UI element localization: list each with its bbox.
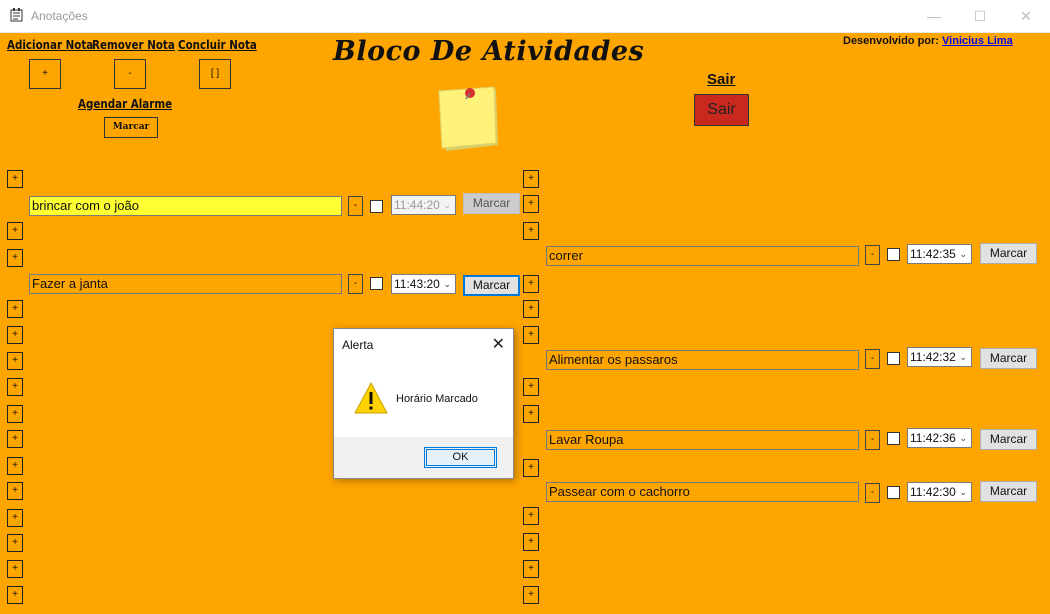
add-slot-button[interactable]: + (523, 459, 539, 477)
schedule-alarm-button[interactable]: Marcar (104, 117, 158, 138)
developer-link[interactable]: Vinicius Lima (942, 35, 1013, 47)
add-slot-button[interactable]: + (523, 195, 539, 213)
add-slot-button[interactable]: + (523, 326, 539, 344)
alert-dialog: Alerta ✕ Horário Marcado OK (333, 328, 514, 479)
note-textbox[interactable]: Passear com o cachorro (546, 482, 859, 502)
add-slot-button[interactable]: + (523, 586, 539, 604)
chevron-down-icon: ⌄ (959, 352, 967, 362)
remove-note-row-button[interactable]: - (348, 274, 363, 294)
remove-note-row-button[interactable]: - (865, 349, 880, 369)
remove-note-row-button[interactable]: - (865, 483, 880, 503)
add-slot-button[interactable]: + (7, 249, 23, 267)
add-slot-button[interactable]: + (523, 507, 539, 525)
time-value: 11:42:35 (910, 247, 956, 261)
exit-label: Sair (707, 71, 736, 88)
schedule-button[interactable]: Marcar (463, 275, 520, 296)
sticky-note-icon (438, 86, 498, 151)
remove-note-row-button[interactable]: - (865, 245, 880, 265)
add-slot-button[interactable]: + (523, 533, 539, 551)
conclude-note-button[interactable]: [ ] (199, 59, 231, 89)
ok-button[interactable]: OK (424, 447, 497, 468)
add-slot-button[interactable]: + (7, 378, 23, 396)
conclude-note-label: Concluir Nota (178, 38, 257, 52)
remove-note-label: Remover Nota (92, 38, 175, 52)
note-checkbox[interactable] (887, 352, 900, 365)
chevron-down-icon: ⌄ (959, 249, 967, 259)
add-slot-button[interactable]: + (7, 482, 23, 500)
add-slot-button[interactable]: + (523, 378, 539, 396)
app-title: Bloco De Atividades (333, 36, 645, 67)
remove-note-button[interactable]: - (114, 59, 146, 89)
schedule-button[interactable]: Marcar (980, 481, 1037, 502)
dialog-footer: OK (334, 437, 513, 478)
add-slot-button[interactable]: + (7, 222, 23, 240)
schedule-alarm-label: Agendar Alarme (78, 97, 173, 111)
note-checkbox[interactable] (370, 277, 383, 290)
maximize-button[interactable]: ☐ (957, 0, 1003, 32)
add-slot-button[interactable]: + (523, 222, 539, 240)
add-slot-button[interactable]: + (523, 170, 539, 188)
remove-note-row-button[interactable]: - (865, 430, 880, 450)
minimize-button[interactable]: — (911, 0, 957, 32)
add-slot-button[interactable]: + (523, 405, 539, 423)
dialog-close-icon[interactable]: ✕ (492, 334, 505, 354)
chevron-down-icon: ⌄ (959, 487, 967, 497)
schedule-button[interactable]: Marcar (980, 348, 1037, 369)
time-picker[interactable]: 11:44:20 ⌄ (391, 195, 456, 215)
window-titlebar: Anotações — ☐ ✕ (0, 0, 1050, 33)
note-checkbox[interactable] (370, 200, 383, 213)
warning-icon (354, 381, 388, 414)
note-textbox[interactable]: Fazer a janta (29, 274, 342, 294)
time-picker[interactable]: 11:42:35 ⌄ (907, 244, 972, 264)
add-note-label: Adicionar Nota (7, 38, 94, 52)
add-slot-button[interactable]: + (7, 326, 23, 344)
dialog-message: Horário Marcado (396, 393, 478, 405)
chevron-down-icon: ⌄ (443, 200, 451, 210)
note-checkbox[interactable] (887, 432, 900, 445)
schedule-button[interactable]: Marcar (463, 193, 520, 214)
add-slot-button[interactable]: + (7, 352, 23, 370)
remove-note-row-button[interactable]: - (348, 196, 363, 216)
time-value: 11:43:20 (394, 277, 440, 291)
time-picker[interactable]: 11:42:36 ⌄ (907, 428, 972, 448)
add-slot-button[interactable]: + (7, 430, 23, 448)
time-picker[interactable]: 11:42:32 ⌄ (907, 347, 972, 367)
developer-credit: Desenvolvido por: Vinicius Lima (843, 35, 1013, 47)
chevron-down-icon: ⌄ (959, 433, 967, 443)
dialog-title: Alerta (342, 338, 374, 352)
time-value: 11:42:36 (910, 431, 956, 445)
close-window-button[interactable]: ✕ (1003, 0, 1049, 32)
time-value: 11:42:32 (910, 350, 956, 364)
add-slot-button[interactable]: + (7, 534, 23, 552)
add-slot-button[interactable]: + (7, 300, 23, 318)
time-picker[interactable]: 11:43:20 ⌄ (391, 274, 456, 294)
add-slot-button[interactable]: + (523, 275, 539, 293)
note-checkbox[interactable] (887, 486, 900, 499)
add-note-button[interactable]: + (29, 59, 61, 89)
add-slot-button[interactable]: + (7, 509, 23, 527)
chevron-down-icon: ⌄ (443, 279, 451, 289)
note-textbox[interactable]: brincar com o joão (29, 196, 342, 216)
note-textbox[interactable]: correr (546, 246, 859, 266)
add-slot-button[interactable]: + (7, 457, 23, 475)
note-textbox[interactable]: Alimentar os passaros (546, 350, 859, 370)
add-slot-button[interactable]: + (523, 300, 539, 318)
add-slot-button[interactable]: + (7, 560, 23, 578)
schedule-button[interactable]: Marcar (980, 429, 1037, 450)
add-slot-button[interactable]: + (7, 170, 23, 188)
time-picker[interactable]: 11:42:30 ⌄ (907, 482, 972, 502)
notepad-app-icon (10, 8, 23, 22)
note-textbox[interactable]: Lavar Roupa (546, 430, 859, 450)
add-slot-button[interactable]: + (523, 560, 539, 578)
time-value: 11:44:20 (394, 198, 440, 212)
schedule-button[interactable]: Marcar (980, 243, 1037, 264)
developer-prefix: Desenvolvido por: (843, 35, 939, 47)
time-value: 11:42:30 (910, 485, 956, 499)
add-slot-button[interactable]: + (7, 586, 23, 604)
add-slot-button[interactable]: + (7, 405, 23, 423)
window-title: Anotações (31, 9, 88, 23)
note-checkbox[interactable] (887, 248, 900, 261)
exit-button[interactable]: Sair (694, 94, 749, 126)
